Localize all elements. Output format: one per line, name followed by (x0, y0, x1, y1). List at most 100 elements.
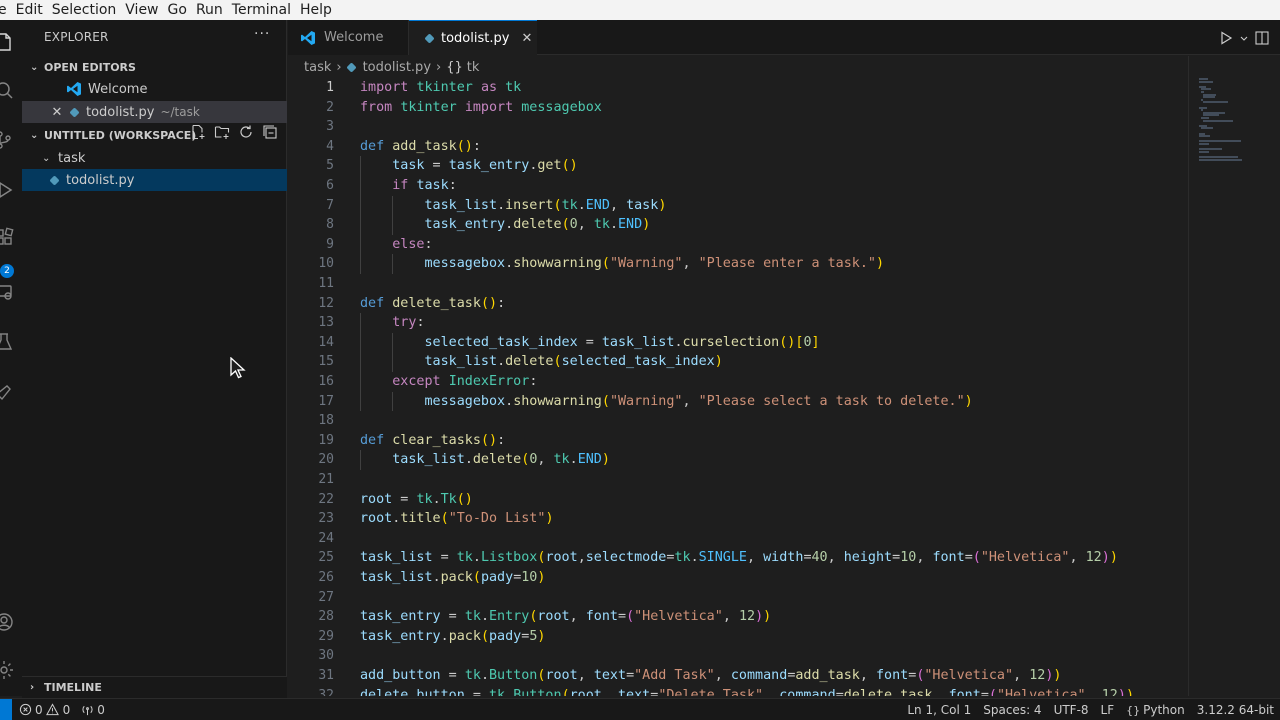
code-token: END (577, 452, 602, 468)
code-token: . (480, 668, 489, 683)
collapse-all-icon[interactable] (262, 124, 278, 140)
problems-indicator[interactable]: 0 0 (18, 703, 70, 717)
code-line[interactable]: task_list = tk.Listbox(root,selectmode=t… (360, 548, 1118, 568)
indent-guide (360, 450, 361, 470)
explorer-more-actions[interactable]: ··· (254, 26, 270, 42)
chevron-right-icon: › (30, 682, 35, 693)
breadcrumb-folder[interactable]: task (304, 60, 331, 75)
code-line[interactable]: root.title("To-Do List") (360, 509, 554, 529)
testing-icon[interactable] (0, 332, 14, 352)
code-line[interactable]: def delete_task(): (360, 294, 505, 314)
remote-explorer-icon[interactable] (0, 282, 14, 302)
account-icon[interactable] (0, 612, 14, 632)
code-line[interactable]: task = task_entry.get() (360, 156, 577, 176)
code-token: tk (464, 609, 481, 625)
run-dropdown-chevron-icon[interactable] (1236, 30, 1248, 46)
code-token: . (432, 491, 441, 507)
code-line[interactable]: task_entry.pack(pady=5) (360, 627, 545, 647)
code-token: command (730, 668, 788, 683)
menu-edit[interactable]: Edit (16, 0, 52, 20)
tab-todolist[interactable]: todolist.py ✕ (409, 20, 537, 55)
tab-welcome[interactable]: Welcome (288, 20, 409, 55)
extensions-icon[interactable] (0, 227, 14, 247)
code-line[interactable]: task_entry = tk.Entry(root, font=("Helve… (360, 607, 771, 627)
remote-indicator[interactable] (0, 698, 12, 720)
indentation[interactable]: Spaces: 4 (983, 703, 1041, 717)
code-line[interactable]: except IndexError: (360, 372, 537, 392)
explorer-icon[interactable] (0, 32, 14, 52)
cursor-position[interactable]: Ln 1, Col 1 (907, 703, 971, 717)
code-line[interactable]: task_list.delete(0, tk.END) (360, 450, 610, 470)
menu-run[interactable]: Run (196, 0, 232, 20)
code-token: Entry (489, 609, 530, 625)
workspace-header[interactable]: ⌄ UNTITLED (WORKSPACE) (22, 124, 287, 146)
open-editor-welcome[interactable]: Welcome (22, 78, 287, 100)
code-line[interactable]: root = tk.Tk() (360, 490, 473, 510)
code-line[interactable]: selected_task_index = task_list.curselec… (360, 333, 820, 353)
python-interpreter[interactable]: 3.12.2 64-bit (1197, 703, 1274, 717)
line-number: 24 (318, 530, 334, 546)
new-folder-icon[interactable] (214, 124, 230, 140)
file-todolist[interactable]: todolist.py (22, 169, 287, 191)
open-editor-todolist-label: todolist.py (86, 104, 155, 120)
menu-terminal[interactable]: Terminal (232, 0, 300, 20)
code-line[interactable]: messagebox.showwarning("Warning", "Pleas… (360, 254, 885, 274)
code-line[interactable]: task_list.insert(tk.END, task) (360, 196, 667, 216)
line-number: 8 (326, 217, 334, 233)
code-line[interactable]: task_list.delete(selected_task_index) (360, 352, 723, 372)
close-tab-icon[interactable]: ✕ (521, 31, 532, 46)
manage-gear-icon[interactable] (0, 660, 14, 680)
code-line[interactable]: messagebox.showwarning("Warning", "Pleas… (360, 392, 973, 412)
code-line[interactable]: import tkinter as tk (360, 78, 521, 98)
minimap[interactable] (1188, 56, 1280, 696)
indent-guide (392, 391, 394, 412)
code-token: selected_task_index (561, 354, 715, 370)
code-token: font (585, 609, 618, 625)
line-number: 6 (326, 178, 334, 193)
code-token: tk (674, 550, 691, 566)
ports-indicator[interactable]: 0 (80, 703, 105, 717)
open-editor-todolist[interactable]: ✕ todolist.py ~/task (22, 101, 287, 123)
source-control-icon[interactable] (0, 130, 14, 150)
menu-file[interactable]: e (0, 0, 16, 20)
code-line[interactable]: if task: (360, 176, 457, 196)
menu-go[interactable]: Go (168, 0, 196, 20)
timeline-section[interactable]: › TIMELINE (22, 676, 287, 698)
search-icon[interactable] (0, 80, 14, 100)
split-editor-icon[interactable] (1254, 30, 1270, 46)
code-line[interactable]: def clear_tasks(): (360, 431, 505, 451)
code-line[interactable]: def add_task(): (360, 137, 481, 157)
status-right: Ln 1, Col 1 Spaces: 4 UTF-8 LF {} Python… (901, 699, 1280, 720)
language-mode[interactable]: {} Python (1126, 703, 1185, 717)
open-editor-todolist-path: ~/task (160, 105, 200, 119)
menu-help[interactable]: Help (300, 0, 341, 20)
docker-icon[interactable] (0, 382, 14, 402)
code-token: ( (553, 197, 562, 213)
code-token: as (480, 80, 498, 95)
breadcrumb-symbol[interactable]: tk (467, 60, 480, 75)
close-editor-icon[interactable]: ✕ (48, 105, 66, 120)
end-of-line[interactable]: LF (1101, 703, 1115, 717)
run-debug-icon[interactable] (0, 180, 14, 200)
code-line[interactable]: task_list.pack(pady=10) (360, 568, 545, 588)
code-line[interactable]: from tkinter import messagebox (360, 98, 602, 118)
menu-selection[interactable]: Selection (52, 0, 126, 20)
file-encoding[interactable]: UTF-8 (1054, 703, 1089, 717)
refresh-icon[interactable] (238, 124, 254, 140)
folder-task[interactable]: ⌄ task (22, 147, 287, 169)
breadcrumb-file[interactable]: todolist.py (363, 60, 431, 75)
code-line[interactable]: task_entry.delete(0, tk.END) (360, 215, 651, 235)
line-number: 9 (326, 236, 334, 252)
code-line[interactable]: try: (360, 313, 424, 333)
code-line[interactable]: else: (360, 235, 432, 255)
code-token: selectmode (585, 550, 667, 566)
code-editor[interactable]: 1 2 3 4 5 6 7 8 9 10 11 12 13 14 15 16 17 18 19 20 21 22 23 24 2… (288, 78, 1188, 696)
code-token: insert (505, 197, 554, 213)
code-line[interactable]: add_button = tk.Button(root, text="Add T… (360, 666, 1061, 686)
menu-view[interactable]: View (125, 0, 167, 20)
code-token: root (545, 550, 578, 566)
open-editors-header[interactable]: ⌄ OPEN EDITORS (22, 56, 287, 78)
code-line[interactable]: delete_button = tk.Button(root, text="De… (360, 686, 1134, 696)
new-file-icon[interactable] (190, 124, 206, 140)
run-python-file-icon[interactable] (1218, 30, 1234, 46)
